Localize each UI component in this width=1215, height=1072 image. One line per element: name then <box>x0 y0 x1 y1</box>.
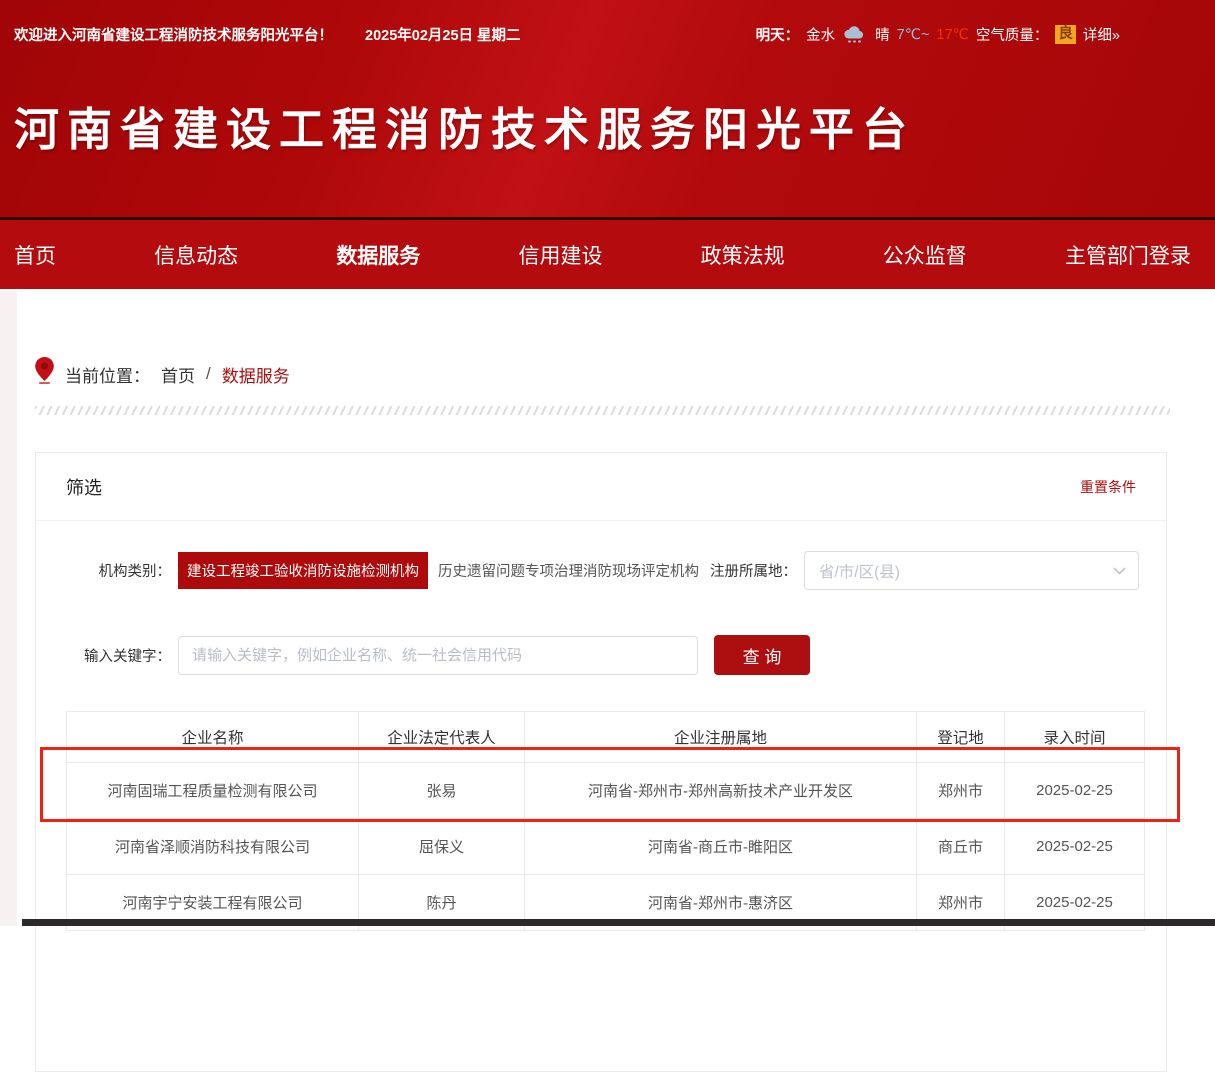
keyword-input[interactable] <box>178 636 698 675</box>
table-cell: 河南固瑞工程质量检测有限公司 <box>67 763 359 819</box>
bottom-edge-bar <box>22 919 1215 926</box>
region-group: 注册所属地： 省/市/区(县) <box>710 551 1139 590</box>
breadcrumb: 当前位置： 首页 / 数据服务 <box>35 359 1180 389</box>
table-cell: 商丘市 <box>917 819 1005 875</box>
welcome-text: 欢迎进入河南省建设工程消防技术服务阳光平台！ <box>14 24 333 45</box>
page-left-margin <box>0 292 17 926</box>
keyword-label: 输入关键字： <box>63 645 171 666</box>
region-label: 注册所属地： <box>710 560 797 581</box>
column-header: 企业名称 <box>67 712 359 763</box>
nav-item[interactable]: 主管部门登录 <box>1065 240 1191 270</box>
table-header-row: 企业名称企业法定代表人企业注册属地登记地录入时间 <box>67 712 1145 763</box>
results-table: 企业名称企业法定代表人企业注册属地登记地录入时间 河南固瑞工程质量检测有限公司张… <box>66 711 1145 931</box>
filter-title: 筛选 <box>66 474 102 500</box>
breadcrumb-label: 当前位置： <box>65 362 150 387</box>
filter-panel: 筛选 重置条件 机构类别： 建设工程竣工验收消防设施检测机构历史遗留问题专项治理… <box>35 452 1167 1072</box>
category-option[interactable]: 历史遗留问题专项治理消防现场评定机构 <box>438 560 699 581</box>
category-option-selected[interactable]: 建设工程竣工验收消防设施检测机构 <box>178 552 428 589</box>
region-select[interactable]: 省/市/区(县) <box>804 551 1139 590</box>
air-quality-label: 空气质量： <box>976 24 1049 45</box>
region-select-placeholder: 省/市/区(县) <box>819 560 900 582</box>
column-header: 录入时间 <box>1005 712 1145 763</box>
nav-item[interactable]: 数据服务 <box>336 240 420 270</box>
keyword-row: 输入关键字： 查 询 <box>36 635 1166 675</box>
weather-detail-link[interactable]: 详细» <box>1083 24 1120 45</box>
chevron-down-icon <box>1113 567 1126 575</box>
table-cell: 张易 <box>359 763 525 819</box>
air-quality-badge: 良 <box>1055 25 1076 44</box>
content-area: 当前位置： 首页 / 数据服务 筛选 重置条件 机构类别： 建设工程竣工验收消防… <box>0 359 1215 1072</box>
nav-item[interactable]: 公众监督 <box>883 240 967 270</box>
category-label: 机构类别： <box>63 560 171 581</box>
weather-condition: 晴 <box>875 24 890 45</box>
temp-high: 17℃ <box>937 27 969 43</box>
filter-panel-header: 筛选 重置条件 <box>36 453 1166 521</box>
table-row: 河南省泽顺消防科技有限公司屈保义河南省-商丘市-睢阳区商丘市2025-02-25 <box>67 819 1145 875</box>
breadcrumb-separator: / <box>206 364 211 384</box>
tomorrow-label: 明天： <box>756 24 800 45</box>
table-cell: 郑州市 <box>917 763 1005 819</box>
nav-item[interactable]: 首页 <box>14 240 56 270</box>
breadcrumb-home-link[interactable]: 首页 <box>161 362 195 387</box>
search-button[interactable]: 查 询 <box>714 635 810 675</box>
weather-district: 金水 <box>806 24 835 45</box>
site-header: 欢迎进入河南省建设工程消防技术服务阳光平台！ 2025年02月25日 星期二 明… <box>0 0 1215 217</box>
weather-widget: 明天： 金水 晴 7℃~ 17℃ 空气质量： 良 详细» <box>756 24 1120 45</box>
table-body: 河南固瑞工程质量检测有限公司张易河南省-郑州市-郑州高新技术产业开发区郑州市20… <box>67 763 1145 931</box>
reset-filters-link[interactable]: 重置条件 <box>1080 477 1136 497</box>
column-header: 企业注册属地 <box>525 712 917 763</box>
table-cell: 河南省-郑州市-郑州高新技术产业开发区 <box>525 763 917 819</box>
main-nav: 首页 信息动态 数据服务 信用建设 政策法规 公众监督 主管部门登录 <box>0 217 1215 289</box>
table-cell: 2025-02-25 <box>1005 819 1145 875</box>
table-row: 河南固瑞工程质量检测有限公司张易河南省-郑州市-郑州高新技术产业开发区郑州市20… <box>67 763 1145 819</box>
nav-item[interactable]: 信用建设 <box>518 240 602 270</box>
page-title: 河南省建设工程消防技术服务阳光平台 <box>14 93 1215 158</box>
cloud-icon <box>842 25 868 45</box>
date-text: 2025年02月25日 星期二 <box>365 24 521 45</box>
topbar: 欢迎进入河南省建设工程消防技术服务阳光平台！ 2025年02月25日 星期二 明… <box>0 0 1215 45</box>
column-header: 企业法定代表人 <box>359 712 525 763</box>
nav-item[interactable]: 信息动态 <box>154 240 238 270</box>
table-cell: 屈保义 <box>359 819 525 875</box>
location-pin-icon <box>35 357 54 389</box>
table-cell: 河南省泽顺消防科技有限公司 <box>67 819 359 875</box>
category-options: 建设工程竣工验收消防设施检测机构历史遗留问题专项治理消防现场评定机构 <box>178 552 699 589</box>
column-header: 登记地 <box>917 712 1005 763</box>
table-cell: 2025-02-25 <box>1005 763 1145 819</box>
temp-low: 7℃~ <box>897 27 930 43</box>
category-row: 机构类别： 建设工程竣工验收消防设施检测机构历史遗留问题专项治理消防现场评定机构… <box>36 551 1166 590</box>
breadcrumb-current[interactable]: 数据服务 <box>222 362 290 387</box>
nav-item[interactable]: 政策法规 <box>701 240 785 270</box>
hatched-divider <box>35 406 1170 415</box>
table-cell: 河南省-商丘市-睢阳区 <box>525 819 917 875</box>
